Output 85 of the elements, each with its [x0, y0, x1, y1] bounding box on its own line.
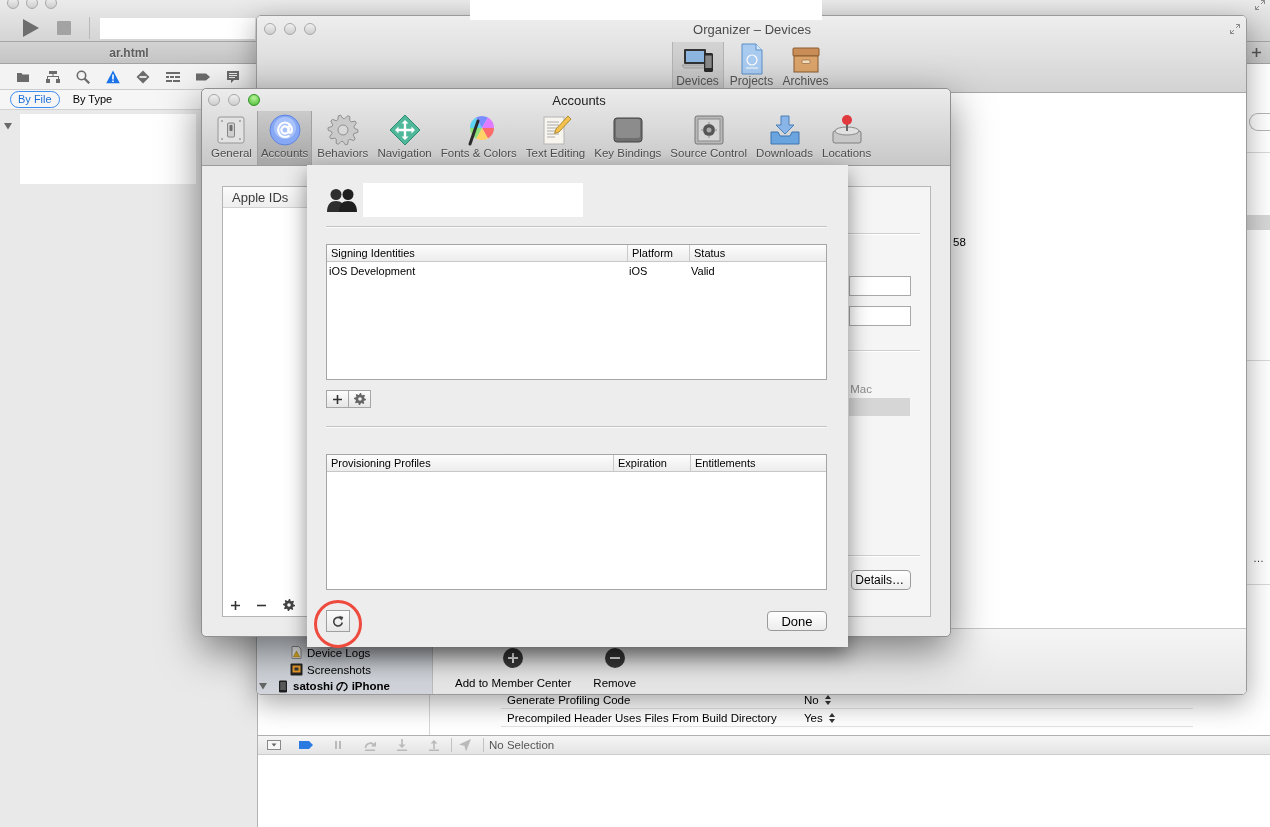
tag-icon[interactable] [299, 738, 313, 752]
disclosure-triangle-icon[interactable] [4, 122, 12, 130]
toolbar-tab[interactable]: Behaviors [313, 111, 373, 165]
sidebar-item[interactable]: satoshi の iPhone [257, 678, 432, 694]
diamond-arrows-icon [388, 114, 421, 146]
action-button[interactable] [348, 390, 371, 408]
key-icon [611, 114, 644, 146]
list-header: Apple IDs [232, 189, 289, 205]
toolbar-tab[interactable]: General [207, 111, 256, 165]
column-label: Mac [850, 382, 872, 396]
toolbar-tab[interactable]: Text Editing [521, 111, 590, 165]
fullscreen-icon[interactable] [1255, 0, 1265, 10]
search-icon[interactable] [76, 69, 90, 84]
updown-arrows-icon[interactable] [828, 712, 835, 723]
warning-icon[interactable] [106, 69, 120, 84]
filter-tab[interactable]: By Type [64, 91, 121, 108]
add-icon[interactable] [231, 600, 240, 610]
setting-name: Generate Profiling Code [506, 693, 632, 706]
editor-tab[interactable]: ar.html [0, 42, 258, 63]
hierarchy-icon[interactable] [46, 69, 60, 84]
text-field[interactable] [849, 276, 911, 296]
toolbar-tab[interactable]: Archives [779, 42, 832, 88]
highlighted-row [849, 398, 910, 416]
updown-arrows-icon[interactable] [824, 694, 831, 705]
search-field[interactable] [1249, 113, 1270, 131]
disclosure-triangle-icon[interactable] [259, 682, 267, 690]
list-icon[interactable] [166, 69, 180, 84]
add-button[interactable]: Add to Member Center [455, 648, 572, 689]
table-cell-text: iOS Development [328, 264, 417, 279]
toolbar-tab[interactable]: Projects [725, 42, 778, 88]
refresh-icon [332, 615, 344, 627]
window-title: Organizer – Devices [692, 21, 812, 37]
at-sign-icon [268, 114, 301, 146]
status-text: No Selection [489, 739, 555, 751]
minus-circle-icon [604, 648, 625, 668]
details-button[interactable]: Details… [851, 570, 911, 590]
toolbar-tab[interactable]: Fonts & Colors [436, 111, 521, 165]
done-button[interactable]: Done [767, 611, 827, 631]
diamond-icon[interactable] [136, 69, 150, 84]
column-header[interactable]: Status [689, 245, 826, 261]
table-cell-text: iOS [628, 264, 649, 279]
phone-icon [278, 679, 288, 693]
switch-icon [215, 114, 248, 146]
sidebar-item[interactable]: Screenshots [257, 661, 432, 678]
zoom-button[interactable] [248, 94, 260, 106]
toolbar-tab[interactable]: Source Control [666, 111, 752, 165]
column-header[interactable]: Platform [627, 245, 689, 261]
toolbar-tab[interactable]: Key Bindings [590, 111, 666, 165]
gear-icon [353, 393, 366, 405]
setting-value[interactable]: No [804, 693, 819, 706]
joystick-icon [830, 114, 863, 146]
refresh-button[interactable] [326, 610, 350, 632]
toolbar-tab[interactable]: Locations [818, 111, 876, 165]
toolbar-tab[interactable]: Devices [671, 42, 724, 88]
column-header[interactable]: Expiration [613, 455, 690, 471]
column-header[interactable]: Provisioning Profiles [327, 455, 613, 471]
column-header[interactable]: Signing Identities [327, 245, 627, 261]
table-cell-text: Valid [690, 264, 716, 279]
toolbar-tab[interactable]: Downloads [752, 111, 817, 165]
speech-bubble-icon[interactable] [226, 69, 240, 84]
remove-button[interactable]: Remove [593, 648, 637, 689]
gear-icon [326, 114, 359, 146]
hide-panel-icon[interactable] [267, 738, 281, 752]
plus-circle-icon [503, 648, 524, 668]
picture-icon [290, 663, 303, 676]
text-field[interactable] [849, 306, 911, 326]
plus-icon [333, 394, 342, 404]
fullscreen-icon[interactable] [1230, 24, 1240, 34]
highlighted-row [1247, 215, 1270, 230]
setting-name: Precompiled Header Uses Files From Build Directory [506, 711, 778, 724]
truncated-text: … [1252, 551, 1265, 565]
toolbar-tab[interactable]: Navigation [373, 111, 436, 165]
tray-arrow-icon [768, 114, 801, 146]
document-warning-icon [290, 646, 303, 659]
setting-value[interactable]: Yes [804, 711, 823, 724]
play-icon[interactable] [22, 19, 40, 37]
gear-icon[interactable] [283, 599, 295, 611]
add-button[interactable] [326, 390, 349, 408]
safe-icon [692, 114, 725, 146]
toolbar-tab[interactable]: Accounts [256, 111, 313, 165]
detail-text: 58 [953, 236, 966, 249]
people-icon [326, 188, 358, 212]
column-header[interactable]: Entitlements [690, 455, 826, 471]
sidebar-item[interactable]: Device Logs [257, 644, 432, 661]
window-title: Accounts [551, 92, 607, 108]
